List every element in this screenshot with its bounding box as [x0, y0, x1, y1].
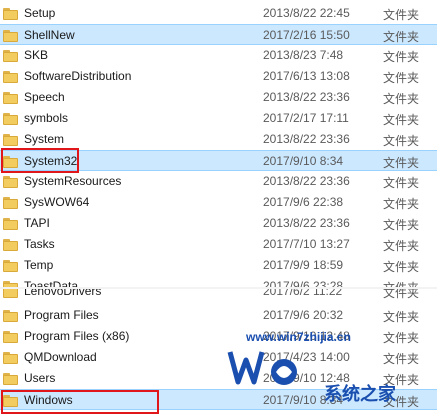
- folder-icon: [3, 134, 19, 146]
- file-list-top: Setup 2013/8/22 22:45 文件夹 ShellNew 2017/…: [0, 0, 437, 289]
- item-type: 文件夹: [383, 113, 420, 127]
- list-item[interactable]: symbols 2017/2/17 17:11 文件夹: [0, 108, 437, 129]
- watermark-brand: 系统之家: [324, 384, 396, 404]
- watermark-logo: [227, 351, 297, 385]
- item-type: 文件夹: [383, 30, 420, 44]
- folder-icon: [3, 289, 19, 298]
- list-item[interactable]: Program Files 2017/9/6 20:32 文件夹: [0, 305, 437, 326]
- item-name: Temp: [24, 258, 54, 272]
- item-date: 2013/8/23 7:48: [263, 48, 344, 62]
- folder-icon: [3, 352, 19, 364]
- item-date: 2017/9/6 20:32: [263, 308, 344, 322]
- list-item[interactable]: Temp 2017/9/9 18:59 文件夹: [0, 255, 437, 276]
- list-item[interactable]: SoftwareDistribution 2017/6/13 13:08 文件夹: [0, 66, 437, 87]
- item-date: 2017/6/13 13:08: [263, 69, 350, 83]
- item-type: 文件夹: [383, 92, 420, 106]
- item-date: 2013/8/22 23:36: [263, 132, 350, 146]
- list-item[interactable]: SysWOW64 2017/9/6 22:38 文件夹: [0, 192, 437, 213]
- item-type: 文件夹: [383, 218, 420, 232]
- item-date: 2013/8/22 23:36: [263, 174, 350, 188]
- folder-icon: [3, 50, 19, 62]
- folder-icon: [3, 331, 19, 343]
- item-name: Tasks: [24, 237, 55, 251]
- item-name: QMDownload: [24, 350, 97, 364]
- folder-icon: [3, 176, 19, 188]
- item-type: 文件夹: [383, 310, 420, 324]
- item-name: Program Files (x86): [24, 329, 130, 343]
- folder-icon: [3, 71, 19, 83]
- highlight-box-system32: [1, 148, 79, 173]
- list-item[interactable]: System 2013/8/22 23:36 文件夹: [0, 129, 437, 150]
- item-date: 2013/8/22 23:36: [263, 216, 350, 230]
- item-name: SystemResources: [24, 174, 122, 188]
- item-name: LenovoDrivers: [24, 289, 102, 298]
- item-name: SoftwareDistribution: [24, 69, 132, 83]
- item-name: Speech: [24, 90, 65, 104]
- site-watermark: www.win7zhijia.cn 系统之家: [226, 330, 437, 416]
- item-name: symbols: [24, 111, 69, 125]
- item-type: 文件夹: [383, 134, 420, 148]
- folder-icon: [3, 113, 19, 125]
- item-name: System: [24, 132, 65, 146]
- item-date: 2013/8/22 23:36: [263, 90, 350, 104]
- item-type: 文件夹: [383, 71, 420, 85]
- folder-icon: [3, 30, 19, 42]
- item-type: 文件夹: [383, 239, 420, 253]
- item-name: Program Files: [24, 308, 99, 322]
- folder-icon: [3, 239, 19, 251]
- list-item[interactable]: LenovoDrivers 2017/6/2 11:22 文件夹: [0, 289, 437, 302]
- item-name: Setup: [24, 6, 56, 20]
- item-name: TAPI: [24, 216, 50, 230]
- item-name: Users: [24, 371, 56, 385]
- highlight-box-windows: [1, 390, 159, 414]
- folder-icon: [3, 218, 19, 230]
- item-date: 2013/8/22 22:45: [263, 6, 350, 20]
- list-item[interactable]: Tasks 2017/7/10 13:27 文件夹: [0, 234, 437, 255]
- item-type: 文件夹: [383, 156, 420, 170]
- folder-icon: [3, 260, 19, 272]
- folder-icon: [3, 92, 19, 104]
- item-date: 2017/6/2 11:22: [263, 289, 343, 298]
- folder-icon: [3, 8, 19, 20]
- item-type: 文件夹: [383, 50, 420, 64]
- item-name: SKB: [24, 48, 49, 62]
- list-item[interactable]: Speech 2013/8/22 23:36 文件夹: [0, 87, 437, 108]
- list-item[interactable]: SKB 2013/8/23 7:48 文件夹: [0, 45, 437, 66]
- item-name: SysWOW64: [24, 195, 90, 209]
- list-item-selected[interactable]: ShellNew 2017/2/16 15:50 文件夹: [0, 24, 437, 45]
- item-type: 文件夹: [383, 260, 420, 274]
- item-type: 文件夹: [383, 176, 420, 190]
- item-type: 文件夹: [383, 289, 420, 300]
- item-date: 2017/7/10 13:27: [263, 237, 350, 251]
- item-date: 2017/2/16 15:50: [263, 28, 350, 42]
- item-type: 文件夹: [383, 197, 420, 211]
- folder-icon: [3, 310, 19, 322]
- item-name: ShellNew: [24, 28, 75, 42]
- item-date: 2017/9/6 22:38: [263, 195, 344, 209]
- list-item[interactable]: TAPI 2013/8/22 23:36 文件夹: [0, 213, 437, 234]
- item-date: 2017/9/10 8:34: [263, 154, 344, 168]
- list-item[interactable]: Setup 2013/8/22 22:45 文件夹: [0, 3, 437, 24]
- item-date: 2017/9/9 18:59: [263, 258, 344, 272]
- item-date: 2017/2/17 17:11: [263, 111, 349, 125]
- folder-icon: [3, 197, 19, 209]
- folder-icon: [3, 373, 19, 385]
- list-item[interactable]: SystemResources 2013/8/22 23:36 文件夹: [0, 171, 437, 192]
- item-type: 文件夹: [383, 8, 420, 22]
